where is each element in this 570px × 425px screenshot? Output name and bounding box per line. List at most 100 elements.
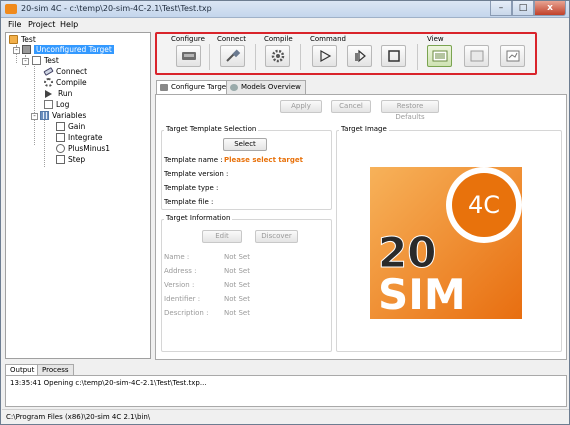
connect-icon bbox=[43, 67, 54, 76]
run-button[interactable] bbox=[312, 45, 337, 67]
model-icon bbox=[32, 56, 41, 65]
tree-item-run[interactable]: Run bbox=[44, 88, 72, 99]
info-name-value: Not Set bbox=[224, 253, 250, 261]
tab-models-overview[interactable]: Models Overview bbox=[226, 80, 306, 94]
template-type-label: Template type : bbox=[164, 184, 219, 192]
info-name-label: Name : bbox=[164, 253, 190, 261]
toolbar: Configure Connect Compile Command View bbox=[155, 32, 567, 77]
collapse-target-toggle[interactable]: - bbox=[13, 47, 20, 54]
tab-configure-target[interactable]: Configure Target bbox=[156, 80, 234, 95]
connect-button[interactable] bbox=[220, 45, 245, 67]
tree-target-label: Unconfigured Target bbox=[34, 45, 114, 54]
connect-cable-icon bbox=[225, 49, 240, 62]
info-address-value: Not Set bbox=[224, 267, 250, 275]
info-description-value: Not Set bbox=[224, 309, 250, 317]
tab-configure-target-label: Configure Target bbox=[171, 83, 229, 91]
plusminus-block-icon bbox=[56, 144, 65, 153]
tab-process[interactable]: Process bbox=[37, 364, 74, 375]
variables-table-icon bbox=[40, 111, 49, 120]
cancel-button[interactable]: Cancel bbox=[331, 100, 371, 113]
restore-defaults-button[interactable]: Restore Defaults bbox=[381, 100, 439, 121]
tree-item-target[interactable]: Unconfigured Target bbox=[22, 44, 114, 55]
target-icon bbox=[22, 45, 31, 54]
models-tab-icon bbox=[230, 84, 238, 91]
collapse-variables-toggle[interactable]: - bbox=[31, 113, 38, 120]
close-button[interactable]: x bbox=[534, 1, 566, 16]
step-button[interactable] bbox=[347, 45, 372, 67]
collapse-model-toggle[interactable]: - bbox=[22, 58, 29, 65]
project-folder-icon bbox=[9, 35, 18, 44]
status-path: C:\Program Files (x86)\20-sim 4C 2.1\bin… bbox=[6, 413, 151, 421]
run-play-icon bbox=[45, 89, 52, 98]
group-configure-label: Configure bbox=[171, 35, 205, 43]
integrate-block-icon bbox=[56, 133, 65, 142]
compile-gear-icon bbox=[44, 78, 53, 87]
tab-output[interactable]: Output bbox=[5, 364, 40, 375]
group-view-label: View bbox=[427, 35, 444, 43]
title-bar: 20-sim 4C - c:\temp\20-sim-4C-2.1\Test\T… bbox=[1, 1, 569, 18]
output-line: 13:35:41 Opening c:\temp\20-sim-4C-2.1\T… bbox=[10, 379, 207, 387]
info-description-label: Description : bbox=[164, 309, 209, 317]
monitor-view-icon bbox=[470, 50, 483, 62]
select-template-button[interactable]: Select bbox=[223, 138, 267, 151]
tree-step-label: Step bbox=[68, 155, 86, 164]
template-version-label: Template version : bbox=[164, 170, 229, 178]
template-name-value: Please select target bbox=[224, 156, 303, 164]
toolbar-highlight-box: Configure Connect Compile Command View bbox=[155, 32, 537, 75]
app-logo-icon bbox=[5, 4, 17, 14]
menu-help[interactable]: Help bbox=[60, 20, 78, 29]
log-icon bbox=[44, 100, 53, 109]
template-file-label: Template file : bbox=[164, 198, 214, 206]
tree-compile-label: Compile bbox=[56, 78, 87, 87]
stop-button[interactable] bbox=[381, 45, 406, 67]
tree-item-model[interactable]: Test bbox=[32, 55, 59, 66]
step-forward-icon bbox=[354, 49, 366, 63]
tree-connect-label: Connect bbox=[56, 67, 88, 76]
step-block-icon bbox=[56, 155, 65, 164]
tree-item-variables[interactable]: Variables bbox=[40, 110, 86, 121]
project-tree[interactable]: Test - Unconfigured Target - Test Connec… bbox=[5, 32, 151, 359]
group-command-label: Command bbox=[310, 35, 346, 43]
configure-tab-icon bbox=[160, 84, 168, 91]
tree-item-step[interactable]: Step bbox=[56, 154, 85, 165]
tree-run-label: Run bbox=[58, 89, 73, 98]
tree-variables-label: Variables bbox=[52, 111, 87, 120]
info-identifier-label: Identifier : bbox=[164, 295, 201, 303]
template-selection-title: Target Template Selection bbox=[164, 125, 259, 133]
view-variables-button[interactable] bbox=[427, 45, 452, 67]
app-window: 20-sim 4C - c:\temp\20-sim-4C-2.1\Test\T… bbox=[0, 0, 570, 425]
tree-gain-label: Gain bbox=[68, 122, 86, 131]
configure-target-icon bbox=[181, 52, 196, 60]
configure-button[interactable] bbox=[176, 45, 201, 67]
tree-log-label: Log bbox=[56, 100, 70, 109]
menu-file[interactable]: File bbox=[8, 20, 21, 29]
minimize-button[interactable]: – bbox=[490, 1, 512, 16]
tree-item-gain[interactable]: Gain bbox=[56, 121, 85, 132]
plot-view-icon bbox=[506, 50, 519, 62]
view-monitor-button[interactable] bbox=[464, 45, 489, 67]
compile-gear-icon bbox=[271, 49, 284, 63]
info-version-value: Not Set bbox=[224, 281, 250, 289]
edit-button[interactable]: Edit bbox=[202, 230, 242, 243]
tree-model-label: Test bbox=[44, 56, 59, 65]
variables-view-icon bbox=[432, 50, 447, 62]
tree-item-compile[interactable]: Compile bbox=[44, 77, 87, 88]
menu-project[interactable]: Project bbox=[28, 20, 55, 29]
window-title: 20-sim 4C - c:\temp\20-sim-4C-2.1\Test\T… bbox=[21, 4, 212, 13]
play-icon bbox=[319, 49, 331, 63]
discover-button[interactable]: Discover bbox=[255, 230, 298, 243]
tree-item-log[interactable]: Log bbox=[44, 99, 69, 110]
tree-item-connect[interactable]: Connect bbox=[43, 66, 88, 77]
tree-item-integrate[interactable]: Integrate bbox=[56, 132, 103, 143]
tree-item-plusminus1[interactable]: PlusMinus1 bbox=[56, 143, 110, 154]
logo-bottom-text: SIM bbox=[378, 270, 466, 319]
tree-integrate-label: Integrate bbox=[68, 133, 103, 142]
menu-bar: File Project Help bbox=[2, 19, 569, 31]
view-plot-button[interactable] bbox=[500, 45, 525, 67]
apply-button[interactable]: Apply bbox=[280, 100, 322, 113]
gain-block-icon bbox=[56, 122, 65, 131]
template-selection-group: Target Template Selection Select Templat… bbox=[161, 125, 332, 210]
output-log[interactable]: 13:35:41 Opening c:\temp\20-sim-4C-2.1\T… bbox=[5, 375, 567, 407]
maximize-button[interactable]: □ bbox=[512, 1, 534, 16]
compile-button[interactable] bbox=[265, 45, 290, 67]
